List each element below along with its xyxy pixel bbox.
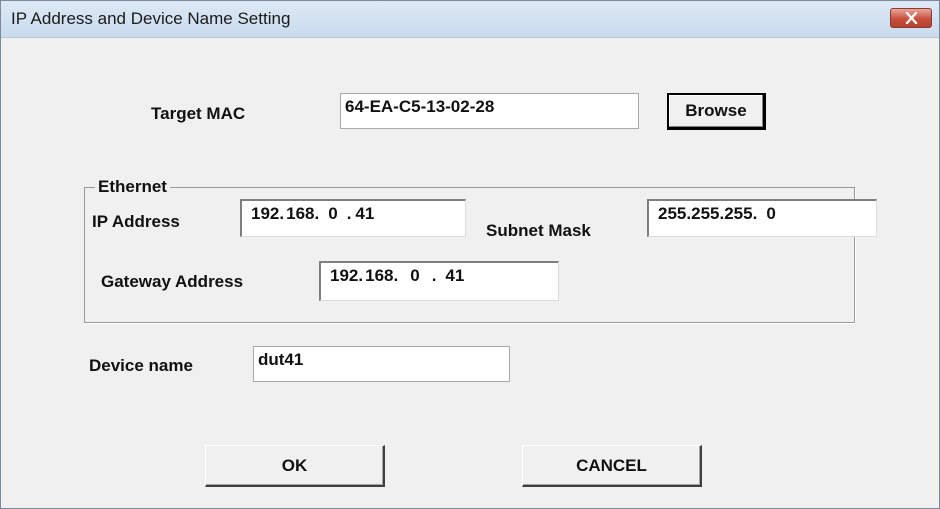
- subnet-octet: 0: [766, 204, 776, 223]
- subnet-mask-field[interactable]: 255.255.255. 0: [647, 199, 877, 237]
- gateway-address-label: Gateway Address: [101, 272, 244, 291]
- subnet-octet: 255: [658, 204, 687, 223]
- gateway-octet: 0: [410, 266, 420, 285]
- gateway-dot: .: [393, 266, 399, 285]
- ip-dot: .: [314, 204, 320, 223]
- ip-octet: 0: [328, 204, 338, 223]
- subnet-dot: .: [752, 204, 758, 223]
- target-mac-field[interactable]: 64-EA-C5-13-02-28: [340, 93, 639, 129]
- gateway-octet: 168: [365, 266, 394, 285]
- target-mac-value: 64-EA-C5-13-02-28: [345, 97, 495, 116]
- ip-dot: .: [346, 204, 352, 223]
- gateway-octet: 41: [445, 266, 465, 285]
- ok-label: OK: [281, 455, 308, 475]
- target-mac-label: Target MAC: [151, 104, 246, 123]
- title-bar[interactable]: IP Address and Device Name Setting: [1, 1, 939, 38]
- ethernet-legend: Ethernet: [95, 177, 170, 197]
- ip-address-field[interactable]: 192. 168. 0. 41: [240, 199, 466, 237]
- window-title: IP Address and Device Name Setting: [11, 9, 291, 28]
- device-name-label: Device name: [89, 356, 193, 375]
- ip-address-label: IP Address: [92, 212, 180, 231]
- cancel-button[interactable]: CANCEL: [522, 445, 702, 487]
- ip-octet: 192: [251, 204, 280, 223]
- close-button[interactable]: [890, 8, 932, 28]
- gateway-dot: .: [431, 266, 437, 285]
- subnet-octet: 255: [724, 204, 753, 223]
- subnet-mask-label: Subnet Mask: [486, 221, 591, 240]
- cancel-label: CANCEL: [576, 455, 647, 475]
- browse-button[interactable]: Browse: [667, 93, 766, 130]
- ip-octet: 41: [355, 204, 375, 223]
- device-name-value: dut41: [258, 350, 304, 369]
- gateway-dot: .: [358, 266, 364, 285]
- dialog-window: IP Address and Device Name Setting Targe…: [0, 0, 940, 509]
- device-name-field[interactable]: dut41: [253, 346, 510, 382]
- close-icon: [905, 12, 918, 24]
- subnet-octet: 255: [691, 204, 720, 223]
- gateway-octet: 192: [330, 266, 359, 285]
- gateway-address-field[interactable]: 192. 168. 0. 41: [319, 261, 559, 301]
- ip-octet: 168: [286, 204, 315, 223]
- browse-label: Browse: [685, 101, 747, 120]
- ok-button[interactable]: OK: [205, 445, 385, 487]
- ip-dot: .: [279, 204, 285, 223]
